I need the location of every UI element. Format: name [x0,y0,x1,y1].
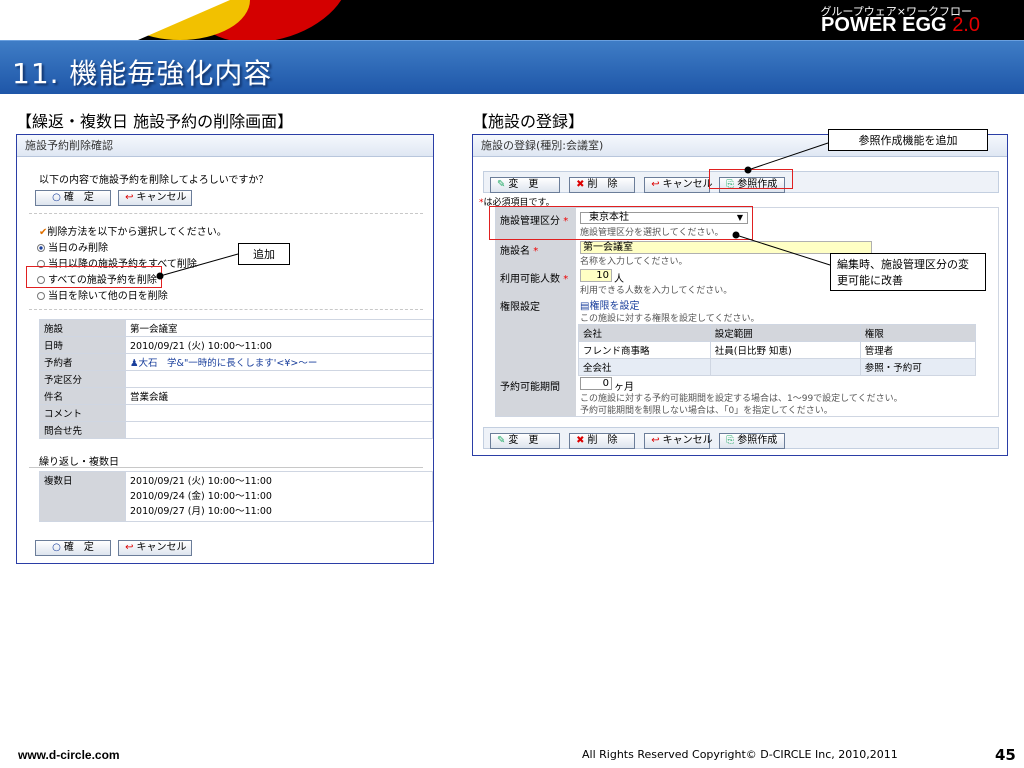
connector-dot [732,231,740,239]
connector-lines [156,142,831,280]
page-number: 45 [995,746,1016,764]
connector-dot [744,166,752,174]
footer-url: www.d-circle.com [18,748,120,762]
connector-line [735,234,831,266]
connector-line [159,253,239,277]
footer-copyright: All Rights Reserved Copyright© D-CIRCLE … [582,748,898,761]
connector-line [747,142,829,171]
connector-dot [156,272,164,280]
